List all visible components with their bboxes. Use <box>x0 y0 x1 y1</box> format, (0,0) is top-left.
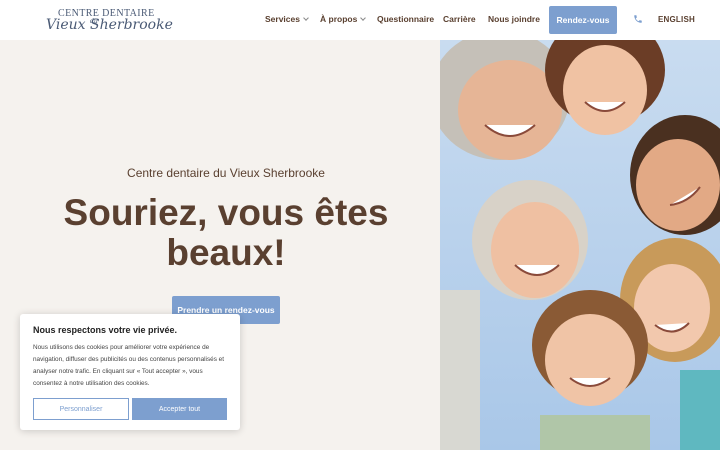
rendez-vous-button[interactable]: Rendez-vous <box>549 6 617 34</box>
cookie-description: Nous utilisons des cookies pour améliore… <box>33 344 225 387</box>
nav-item-questionnaire[interactable]: Questionnaire <box>377 14 434 24</box>
site-header: CENTRE DENTAIRE du Vieux Sherbrooke Serv… <box>0 0 720 40</box>
nav-item-label: Carrière <box>443 14 476 24</box>
nav-item-services[interactable]: Services <box>265 14 309 24</box>
cookie-title: Nous respectons votre vie privée. <box>33 325 178 335</box>
hero-subtitle: Centre dentaire du Vieux Sherbrooke <box>127 166 325 180</box>
nav-item-a-propos[interactable]: À propos <box>320 14 367 24</box>
hero-headline: Souriez, vous êtes beaux! <box>0 193 452 273</box>
nav-item-label: Nous joindre <box>488 14 540 24</box>
nav-item-nous-joindre[interactable]: Nous joindre <box>488 14 540 24</box>
hero-family-photo <box>440 40 720 450</box>
phone-icon[interactable] <box>633 14 643 24</box>
nav-item-label: À propos <box>320 14 358 24</box>
chevron-down-icon <box>360 15 367 21</box>
family-smiling-image <box>440 40 720 450</box>
accept-all-cookies-button[interactable]: Accepter tout <box>132 398 227 420</box>
nav-item-label: Questionnaire <box>377 14 435 24</box>
nav-item-label: Services <box>265 14 300 24</box>
nav-item-carriere[interactable]: Carrière <box>443 14 476 24</box>
hero-headline-line-1: Souriez, vous êtes <box>63 192 389 233</box>
chevron-down-icon <box>303 15 309 21</box>
customize-cookies-button[interactable]: Personnaliser <box>33 398 129 420</box>
logo-line-2: Vieux Sherbrooke <box>46 17 173 33</box>
site-logo[interactable]: CENTRE DENTAIRE du Vieux Sherbrooke <box>44 6 173 36</box>
cookie-consent-banner: Nous respectons votre vie privée. Nous u… <box>20 314 240 430</box>
language-switch-link[interactable]: ENGLISH <box>658 15 695 24</box>
hero-headline-line-2: beaux! <box>166 232 286 273</box>
